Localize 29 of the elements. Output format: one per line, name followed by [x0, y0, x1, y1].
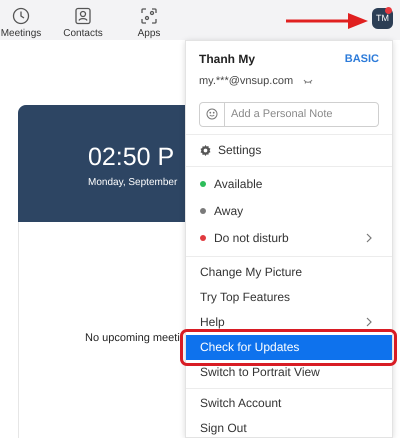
menu-item[interactable]: Switch Account [186, 390, 392, 416]
user-name: Thanh My [199, 51, 255, 68]
menu-item[interactable]: Sign Out [186, 416, 392, 438]
menu-item[interactable]: Settings [186, 138, 392, 162]
menu-item[interactable]: Do not disturb [186, 224, 392, 252]
menu-item[interactable]: Check for Updates [186, 334, 392, 360]
contact-icon [74, 7, 92, 25]
nav-tab[interactable]: Contacts [58, 7, 108, 39]
menu-item[interactable]: Help [186, 310, 392, 334]
avatar[interactable]: TM [372, 8, 393, 29]
personal-note-field[interactable]: Add a Personal Note [225, 106, 378, 122]
eye-closed-icon[interactable] [303, 78, 314, 84]
menu-item[interactable]: Available [186, 170, 392, 198]
apps-icon [140, 7, 158, 25]
user-email: my.***@vnsup.com [199, 74, 294, 89]
menu-item[interactable]: Away [186, 198, 392, 224]
smiley-icon [206, 108, 218, 120]
settings-icon [200, 144, 211, 156]
empty-message: No upcoming meeti [85, 331, 181, 346]
clock-icon [12, 7, 30, 25]
clock-time: 02:50 P [88, 145, 176, 170]
menu-item[interactable]: Change My Picture [186, 260, 392, 284]
note-field[interactable]: Add a Personal Note [199, 102, 379, 126]
nav-tab[interactable]: Apps [124, 7, 174, 39]
menu-item[interactable]: Try Top Features [186, 284, 392, 310]
nav-tab[interactable]: Meetings [0, 7, 42, 39]
clock-date: Monday, September [88, 176, 178, 190]
menu-item[interactable]: Switch to Portrait View [186, 360, 392, 384]
plan-label: BASIC [344, 52, 379, 67]
